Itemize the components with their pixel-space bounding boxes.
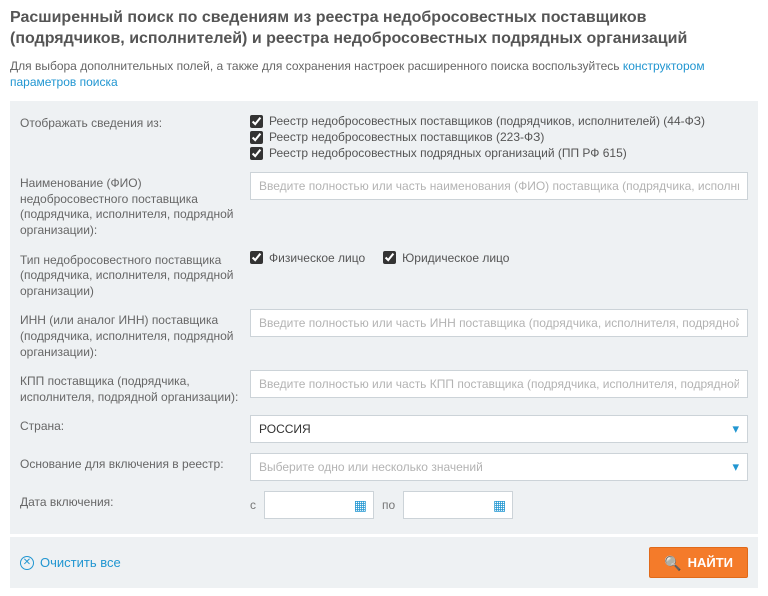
search-form: Отображать сведения из: Реестр недобросо… xyxy=(10,101,758,534)
country-select[interactable]: РОССИЯ ▾ xyxy=(250,415,748,443)
date-to-input[interactable]: ▦ xyxy=(403,491,513,519)
search-button[interactable]: 🔍 НАЙТИ xyxy=(649,547,748,578)
search-label: НАЙТИ xyxy=(688,555,733,570)
label-display-from: Отображать сведения из: xyxy=(20,112,240,132)
label-date: Дата включения: xyxy=(20,491,240,511)
note-text: Для выбора дополнительных полей, а также… xyxy=(10,59,623,73)
date-to-field[interactable] xyxy=(410,498,487,512)
name-input[interactable] xyxy=(250,172,748,200)
chevron-down-icon: ▾ xyxy=(732,459,739,475)
basis-placeholder: Выберите одно или несколько значений xyxy=(259,460,483,474)
checkbox-44fz[interactable] xyxy=(250,115,263,128)
form-footer: ✕ Очистить все 🔍 НАЙТИ xyxy=(10,537,758,588)
label-name: Наименование (ФИО) недобросовестного пос… xyxy=(20,172,240,238)
label-country: Страна: xyxy=(20,415,240,435)
checkbox-615[interactable] xyxy=(250,147,263,160)
kpp-input[interactable] xyxy=(250,370,748,398)
registry-615[interactable]: Реестр недобросовестных подрядных органи… xyxy=(250,146,748,160)
intro-note: Для выбора дополнительных полей, а также… xyxy=(10,58,758,92)
label-basis: Основание для включения в реестр: xyxy=(20,453,240,473)
inn-input[interactable] xyxy=(250,309,748,337)
checkbox-individual-label: Физическое лицо xyxy=(269,251,365,265)
page-title: Расширенный поиск по сведениям из реестр… xyxy=(10,8,758,50)
type-individual[interactable]: Физическое лицо xyxy=(250,251,365,265)
date-to-label: по xyxy=(382,498,395,512)
clear-icon: ✕ xyxy=(20,556,34,570)
registry-44fz[interactable]: Реестр недобросовестных поставщиков (под… xyxy=(250,114,748,128)
checkbox-individual[interactable] xyxy=(250,251,263,264)
checkbox-44fz-label: Реестр недобросовестных поставщиков (под… xyxy=(269,114,705,128)
date-from-input[interactable]: ▦ xyxy=(264,491,374,519)
checkbox-223fz[interactable] xyxy=(250,131,263,144)
checkbox-223fz-label: Реестр недобросовестных поставщиков (223… xyxy=(269,130,544,144)
clear-label: Очистить все xyxy=(40,555,121,570)
chevron-down-icon: ▾ xyxy=(732,421,739,437)
label-inn: ИНН (или аналог ИНН) поставщика (подрядч… xyxy=(20,309,240,360)
date-from-field[interactable] xyxy=(271,498,348,512)
label-kpp: КПП поставщика (подрядчика, исполнителя,… xyxy=(20,370,240,405)
date-from-label: с xyxy=(250,498,256,512)
registry-223fz[interactable]: Реестр недобросовестных поставщиков (223… xyxy=(250,130,748,144)
clear-all-button[interactable]: ✕ Очистить все xyxy=(20,555,121,570)
checkbox-legal-label: Юридическое лицо xyxy=(402,251,509,265)
label-supplier-type: Тип недобросовестного поставщика (подряд… xyxy=(20,249,240,300)
checkbox-615-label: Реестр недобросовестных подрядных органи… xyxy=(269,146,627,160)
search-icon: 🔍 xyxy=(664,556,681,570)
country-value: РОССИЯ xyxy=(259,422,311,436)
basis-select[interactable]: Выберите одно или несколько значений ▾ xyxy=(250,453,748,481)
checkbox-legal[interactable] xyxy=(383,251,396,264)
calendar-icon[interactable]: ▦ xyxy=(354,497,367,514)
calendar-icon[interactable]: ▦ xyxy=(493,497,506,514)
type-legal[interactable]: Юридическое лицо xyxy=(383,251,509,265)
